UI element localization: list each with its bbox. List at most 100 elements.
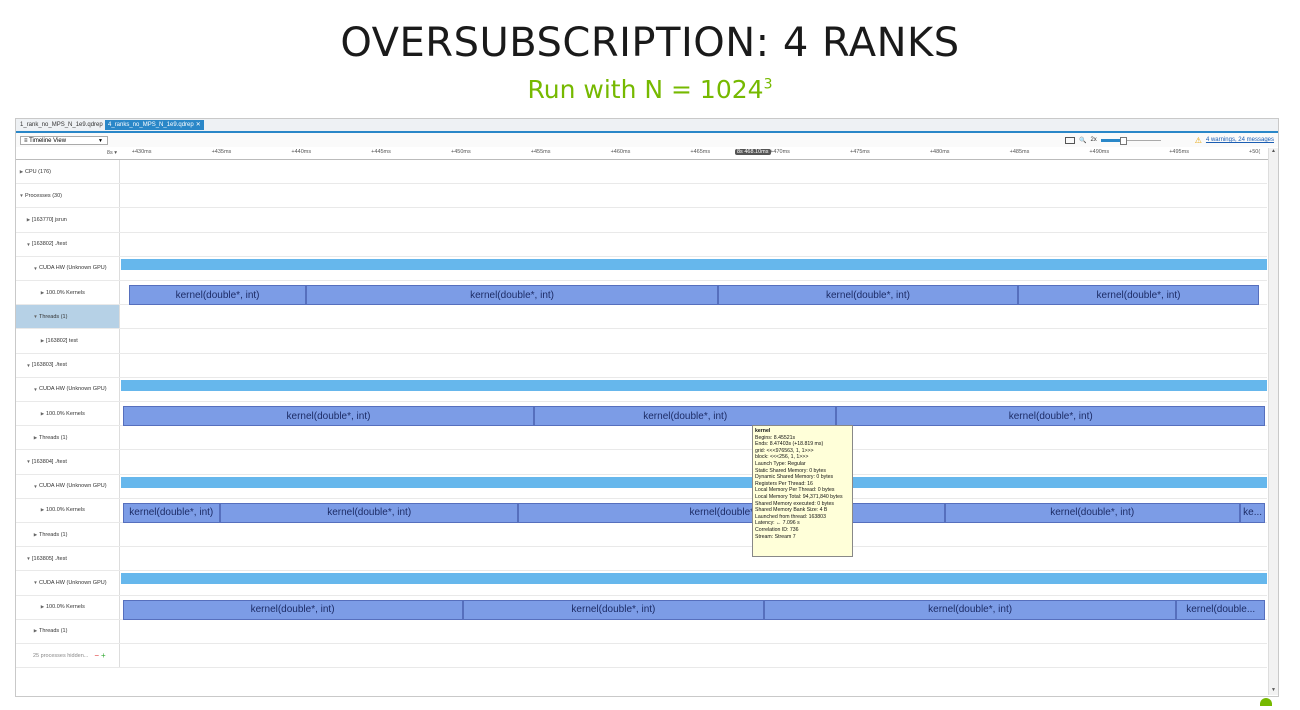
timeline-lane[interactable] (121, 257, 1267, 280)
kernel-bar[interactable]: kernel(double*, int) (836, 406, 1266, 426)
tooltip-line: Launched from thread: 163803 (755, 513, 826, 520)
kernel-bar[interactable]: ke... (1239, 502, 1266, 523)
timeline-lane[interactable] (121, 160, 1267, 183)
timeline-lane[interactable] (121, 450, 1267, 473)
ruler-tick: +495ms (1169, 149, 1189, 155)
timeline-lane[interactable] (121, 233, 1267, 256)
tree-item[interactable]: ▶ Threads (1) (16, 619, 120, 643)
tab-1-rank[interactable]: 1_rank_no_MPS_N_1e9.qdrep✕ (17, 120, 113, 130)
chevron-right-icon[interactable]: ▶ (39, 604, 46, 610)
chevron-down-icon[interactable]: ▼ (25, 459, 32, 464)
tree-item[interactable]: ▼ CUDA HW (Unknown GPU) (16, 256, 120, 280)
timeline-lane[interactable] (121, 305, 1267, 328)
kernel-bar[interactable]: kernel(double*, int) (122, 406, 535, 426)
tree-item[interactable]: ▶ [163802] test (16, 329, 120, 353)
tree-item[interactable]: ▶ CPU (176) (16, 160, 120, 184)
timeline-lane[interactable]: kernel(double*, int) kernel(double*, int)… (121, 596, 1267, 620)
tree-item[interactable]: ▶ 100.0% Kernels (16, 595, 120, 619)
chevron-right-icon[interactable]: ▶ (39, 507, 46, 513)
tree-item[interactable]: ▶ 100.0% Kernels (16, 281, 120, 305)
timeline-lane[interactable] (121, 475, 1267, 498)
timeline-lane[interactable]: kernel(double*, int) kernel(double*, int)… (121, 402, 1267, 426)
kernel-bar[interactable]: kernel(double*, int) (764, 599, 1176, 620)
tree-item[interactable]: ▼ CUDA HW (Unknown GPU) (16, 474, 120, 498)
chevron-down-icon[interactable]: ▼ (32, 314, 39, 319)
chevron-right-icon[interactable]: ▶ (25, 217, 32, 223)
kernel-bar[interactable]: kernel(double*, int) (518, 502, 945, 523)
tree-item[interactable]: ▼ [163804] ./test (16, 450, 120, 474)
warnings-link[interactable]: 4 warnings, 24 messages (1206, 137, 1274, 143)
zoom-icon[interactable]: 🔍 (1079, 137, 1086, 144)
gpu-activity-bar[interactable] (121, 573, 1267, 585)
tab-4-ranks[interactable]: 4_ranks_no_MPS_N_1e9.qdrep ✕ (105, 120, 204, 130)
kernel-bar[interactable]: kernel(double*, int) (1018, 285, 1259, 305)
timeline-lane[interactable] (121, 571, 1267, 594)
timeline-lane[interactable] (121, 620, 1267, 643)
kernel-bar[interactable]: kernel(double*, int) (128, 285, 307, 305)
chevron-right-icon[interactable]: ▶ (32, 435, 39, 441)
kernel-bar[interactable]: kernel(double*, int) (534, 406, 837, 426)
tree-item-label: Threads (1) (39, 313, 68, 320)
kernel-bar[interactable]: kernel(double*, int) (944, 502, 1240, 523)
tree-item[interactable]: ▼ CUDA HW (Unknown GPU) (16, 377, 120, 401)
tree-item[interactable]: ▼ CUDA HW (Unknown GPU) (16, 571, 120, 595)
kernel-bar[interactable]: kernel(double*, int) (219, 502, 519, 523)
timeline-lane[interactable] (121, 523, 1267, 546)
kernel-bar[interactable]: kernel(double*, int) (122, 599, 463, 620)
close-icon[interactable]: ✕ (196, 122, 201, 128)
tree-item[interactable]: ▶ 100.0% Kernels (16, 402, 120, 426)
timeline-lane[interactable] (121, 208, 1267, 231)
chevron-down-icon[interactable]: ▼ (32, 266, 39, 271)
tooltip-line: Local Memory Total: 94,371,840 bytes (755, 493, 843, 500)
kernel-bar[interactable]: kernel(double*, int) (306, 285, 718, 305)
scroll-up-icon[interactable]: ▲ (1269, 148, 1278, 156)
chevron-down-icon[interactable]: ▼ (25, 556, 32, 561)
tree-item[interactable]: ▶ Threads (1) (16, 523, 120, 547)
chevron-right-icon[interactable]: ▶ (39, 338, 46, 344)
chevron-down-icon[interactable]: ▼ (32, 484, 39, 489)
timeline-lane[interactable] (121, 184, 1267, 207)
timeline-lane[interactable] (121, 426, 1267, 449)
tree-item[interactable]: ▼ [163805] ./test (16, 547, 120, 571)
timeline-lane[interactable] (121, 378, 1267, 401)
nvidia-eye-icon (1260, 698, 1272, 706)
timeline-lane[interactable] (121, 329, 1267, 352)
chevron-right-icon[interactable]: ▶ (32, 628, 39, 634)
tree-item[interactable]: ▼ [163802] ./test (16, 232, 120, 256)
zoom-slider[interactable] (1100, 137, 1161, 145)
tree-item[interactable]: ▼ Processes (30) (16, 184, 120, 208)
kernel-bar[interactable]: kernel(double*, int) (122, 502, 220, 523)
view-select[interactable]: ≡ Timeline View ▼ (20, 136, 108, 145)
scroll-down-icon[interactable]: ▼ (1269, 687, 1278, 695)
gpu-activity-bar[interactable] (121, 258, 1267, 270)
tree-item[interactable]: ▶ 100.0% Kernels (16, 498, 120, 522)
chevron-down-icon[interactable]: ▼ (18, 193, 25, 198)
keyboard-icon[interactable] (1064, 136, 1075, 144)
timeline-lane[interactable]: kernel(double*, int) kernel(double*, int)… (121, 281, 1267, 305)
timeline-lane[interactable]: kernel(double*, int) kernel(double*, int)… (121, 499, 1267, 523)
gpu-activity-bar[interactable] (121, 379, 1267, 391)
chevron-down-icon[interactable]: ▼ (25, 242, 32, 247)
tree-item[interactable]: ▶ [163770] jsrun (16, 208, 120, 232)
chevron-right-icon[interactable]: ▶ (39, 411, 46, 417)
timeline-row: ▼ [163802] ./test (16, 232, 1267, 257)
vertical-scrollbar[interactable]: ▲ ▼ (1268, 148, 1278, 695)
kernel-bar[interactable]: kernel(double... (1176, 599, 1266, 620)
chevron-down-icon[interactable]: ▼ (25, 363, 32, 368)
chevron-down-icon[interactable]: ▼ (32, 580, 39, 585)
chevron-down-icon[interactable]: ▼ (32, 387, 39, 392)
chevron-right-icon[interactable]: ▶ (39, 290, 46, 296)
gpu-activity-bar[interactable] (121, 476, 1267, 488)
tree-item[interactable]: ▶ Threads (1) (16, 426, 120, 450)
minus-icon[interactable]: − (94, 651, 99, 660)
kernel-bar[interactable]: kernel(double*, int) (717, 285, 1018, 305)
chevron-right-icon[interactable]: ▶ (32, 532, 39, 538)
timeline-lane[interactable] (121, 547, 1267, 570)
tree-item[interactable]: ▼ [163803] ./test (16, 353, 120, 377)
tree-item[interactable]: ▼ Threads (1) (16, 305, 120, 329)
plus-icon[interactable]: + (101, 651, 106, 660)
zoom-slider-thumb[interactable] (1119, 137, 1127, 145)
kernel-bar[interactable]: kernel(double*, int) (462, 599, 765, 620)
timeline-lane[interactable] (121, 354, 1267, 377)
chevron-right-icon[interactable]: ▶ (18, 169, 25, 175)
